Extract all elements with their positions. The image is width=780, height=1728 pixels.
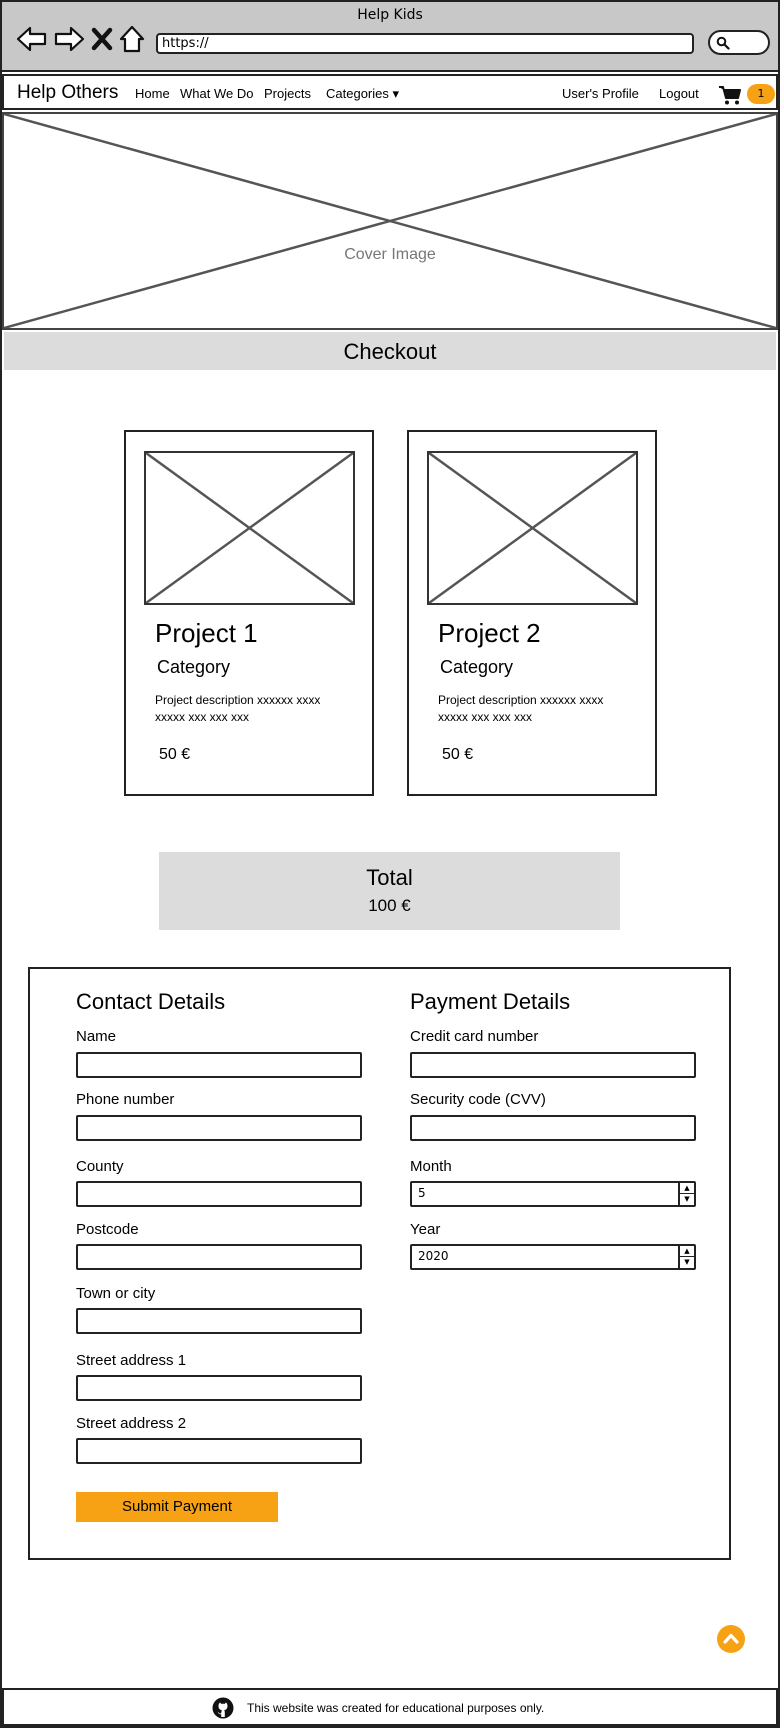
chevron-up-icon [723, 1633, 739, 1644]
year-value: 2020 [418, 1249, 449, 1263]
order-total-box: Total 100 € [159, 852, 620, 930]
street-address-1-label: Street address 1 [76, 1352, 187, 1369]
project-image-placeholder [427, 451, 638, 605]
street-address-2-field[interactable] [76, 1438, 362, 1464]
spin-down-icon[interactable]: ▼ [680, 1257, 694, 1268]
card-number-label: Credit card number [410, 1028, 539, 1045]
home-icon[interactable] [118, 24, 146, 54]
submit-payment-button[interactable]: Submit Payment [76, 1492, 278, 1522]
project-description: Project description xxxxxx xxxx xxxxx xx… [155, 693, 321, 724]
cart-count-badge: 1 [747, 84, 775, 104]
street-address-2-label: Street address 2 [76, 1415, 187, 1432]
checkout-form: Contact Details Payment Details Name Pho… [28, 967, 731, 1560]
checkout-header-band: Checkout [4, 332, 776, 370]
close-icon[interactable] [90, 24, 114, 54]
browser-search-field[interactable] [708, 30, 770, 55]
name-label: Name [76, 1028, 117, 1045]
card-number-field[interactable] [410, 1052, 696, 1078]
site-brand[interactable]: Help Others [17, 82, 118, 104]
payment-details-title: Payment Details [410, 989, 571, 1014]
project-price: 50 € [159, 746, 191, 763]
county-label: County [76, 1158, 124, 1175]
spin-down-icon[interactable]: ▼ [680, 1194, 694, 1205]
contact-details-title: Contact Details [76, 989, 226, 1014]
month-label: Month [410, 1158, 452, 1175]
nav-categories-dropdown[interactable]: Categories ▾ [326, 86, 399, 102]
month-value: 5 [418, 1186, 426, 1200]
street-address-1-field[interactable] [76, 1375, 362, 1401]
site-navbar: Help Others Home What We Do Projects Cat… [2, 74, 778, 110]
back-icon[interactable] [16, 24, 48, 54]
nav-logout[interactable]: Logout [659, 86, 699, 101]
project-title: Project 2 [438, 618, 541, 648]
cvv-field[interactable] [410, 1115, 696, 1141]
cvv-label: Security code (CVV) [410, 1091, 546, 1108]
project-category: Category [157, 657, 231, 677]
nav-projects[interactable]: Projects [264, 86, 311, 101]
name-field[interactable] [76, 1052, 362, 1078]
browser-chrome: Help Kids https:// [0, 0, 780, 72]
phone-field[interactable] [76, 1115, 362, 1141]
year-stepper[interactable]: 2020 ▲ ▼ [410, 1244, 696, 1270]
total-label: Total [366, 865, 413, 890]
cover-image-label: Cover Image [344, 246, 436, 263]
project-description: Project description xxxxxx xxxx xxxxx xx… [438, 693, 604, 724]
spin-up-icon[interactable]: ▲ [680, 1246, 694, 1257]
year-label: Year [410, 1221, 441, 1238]
project-card: Project 1 Category Project description x… [124, 430, 374, 796]
project-category: Category [440, 657, 514, 677]
cover-image-cross [4, 114, 776, 328]
phone-label: Phone number [76, 1091, 175, 1108]
project-price: 50 € [442, 746, 474, 763]
github-icon[interactable] [212, 1697, 234, 1719]
footer-text: This website was created for educational… [247, 1701, 545, 1715]
forward-icon[interactable] [53, 24, 85, 54]
site-footer: This website was created for educational… [2, 1688, 778, 1726]
town-field[interactable] [76, 1308, 362, 1334]
project-image-cross [145, 451, 354, 605]
month-spinner[interactable]: ▲ ▼ [678, 1183, 694, 1205]
month-stepper[interactable]: 5 ▲ ▼ [410, 1181, 696, 1207]
search-icon [716, 36, 730, 50]
nav-home[interactable]: Home [135, 86, 170, 101]
window-title: Help Kids [357, 7, 423, 23]
page-title: Checkout [343, 339, 437, 364]
cart-icon[interactable] [718, 84, 742, 106]
postcode-label: Postcode [76, 1221, 139, 1238]
postcode-field[interactable] [76, 1244, 362, 1270]
project-card: Project 2 Category Project description x… [407, 430, 657, 796]
town-label: Town or city [76, 1285, 156, 1302]
back-to-top-button[interactable] [717, 1625, 745, 1653]
project-title: Project 1 [155, 618, 258, 648]
project-image-cross [428, 451, 637, 605]
spin-up-icon[interactable]: ▲ [680, 1183, 694, 1194]
nav-user-profile[interactable]: User's Profile [562, 86, 639, 101]
project-image-placeholder [144, 451, 355, 605]
total-value: 100 € [368, 896, 411, 915]
url-input[interactable]: https:// [156, 33, 694, 54]
nav-what-we-do[interactable]: What We Do [180, 86, 253, 101]
cover-image-placeholder: Cover Image [2, 112, 778, 330]
year-spinner[interactable]: ▲ ▼ [678, 1246, 694, 1268]
county-field[interactable] [76, 1181, 362, 1207]
